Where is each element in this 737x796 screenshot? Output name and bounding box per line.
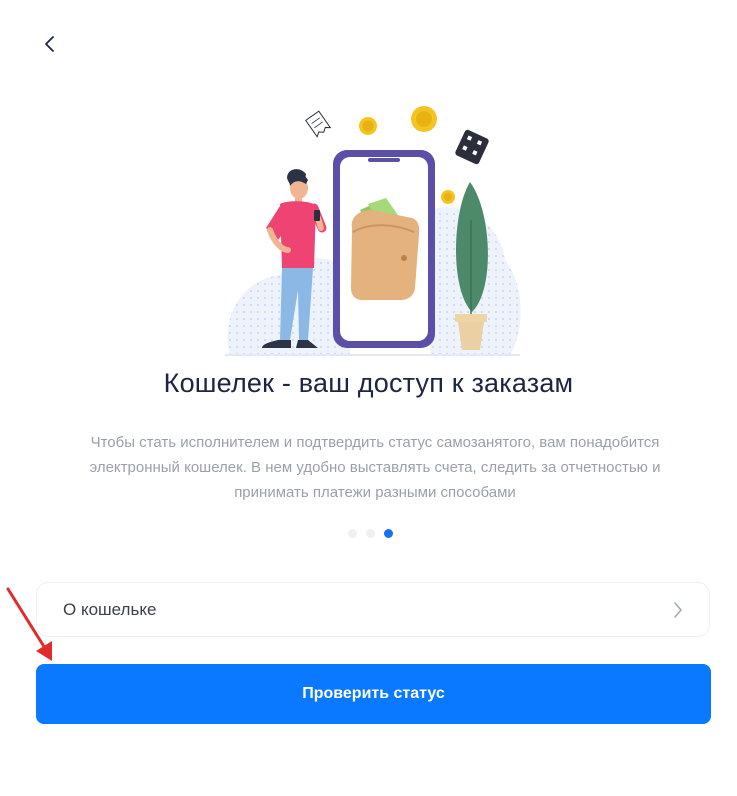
chevron-left-icon bbox=[45, 36, 54, 52]
pager-dot[interactable] bbox=[366, 529, 375, 538]
chevron-right-icon bbox=[674, 601, 682, 618]
wallet-illustration bbox=[225, 106, 521, 356]
onboarding-title: Кошелек - ваш доступ к заказам bbox=[163, 368, 574, 398]
pager-dot[interactable] bbox=[348, 529, 357, 538]
about-wallet-label: О кошельке bbox=[63, 599, 157, 619]
pager-dot-active[interactable] bbox=[384, 529, 393, 538]
onboarding-description: Чтобы стать исполнителем и подтвердить с… bbox=[89, 434, 661, 501]
annotation-arrow bbox=[6, 587, 52, 661]
about-wallet-row[interactable]: О кошельке bbox=[36, 582, 710, 637]
pager bbox=[348, 529, 393, 538]
check-status-button[interactable]: Проверить статус bbox=[36, 664, 711, 724]
back-button[interactable] bbox=[36, 30, 64, 58]
